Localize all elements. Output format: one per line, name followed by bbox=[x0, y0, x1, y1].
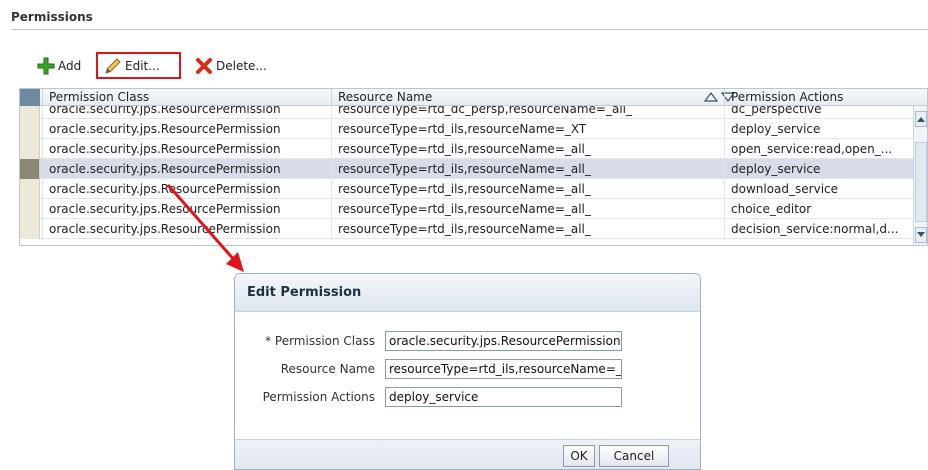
scroll-up-icon[interactable] bbox=[915, 111, 927, 127]
permission-class-input[interactable]: oracle.security.jps.ResourcePermission bbox=[385, 331, 622, 351]
permission-actions-cell: deploy_service bbox=[724, 159, 915, 179]
permission-class-cell: oracle.security.jps.ResourcePermission bbox=[42, 119, 331, 139]
add-label: Add bbox=[58, 58, 82, 73]
permission-class-label: * Permission Class bbox=[265, 334, 375, 348]
table-header: Permission Class Resource Name Permissio… bbox=[20, 89, 927, 106]
permission-actions-cell: dc_perspective bbox=[724, 106, 915, 119]
resource-name-input[interactable]: resourceType=rtd_ils,resourceName=_all_ bbox=[385, 359, 622, 379]
toolbar: Add Edit... Delete... bbox=[33, 52, 271, 79]
resource-name-label: Resource Name bbox=[280, 362, 375, 376]
row-selector[interactable] bbox=[20, 139, 40, 159]
permission-actions-row: Permission Actions deploy_service bbox=[235, 387, 622, 407]
permission-actions-cell: decision_service:normal,d... bbox=[724, 219, 915, 239]
row-selector[interactable] bbox=[20, 119, 40, 139]
permission-class-cell: oracle.security.jps.ResourcePermission bbox=[42, 199, 331, 219]
column-header-permission-actions[interactable]: Permission Actions bbox=[724, 89, 915, 106]
table-row[interactable]: oracle.security.jps.ResourcePermission re… bbox=[20, 179, 915, 199]
scrollbar-thumb[interactable] bbox=[915, 142, 927, 222]
row-selector[interactable] bbox=[20, 179, 40, 199]
scroll-down-icon[interactable] bbox=[915, 227, 927, 243]
plus-icon bbox=[37, 57, 55, 75]
edit-permission-dialog: Edit Permission * Permission Class oracl… bbox=[234, 273, 701, 470]
table-row[interactable]: oracle.security.jps.ResourcePermission re… bbox=[20, 106, 915, 119]
row-selector[interactable] bbox=[20, 159, 40, 179]
row-selector[interactable] bbox=[20, 199, 40, 219]
row-selector[interactable] bbox=[20, 106, 40, 119]
add-button[interactable]: Add bbox=[33, 52, 90, 79]
permission-class-cell: oracle.security.jps.ResourcePermission bbox=[42, 179, 331, 199]
permission-class-cell: oracle.security.jps.ResourcePermission bbox=[42, 159, 331, 179]
permission-actions-cell: download_service bbox=[724, 179, 915, 199]
resource-name-cell: resourceType=rtd_dc_persp,resourceName=_… bbox=[331, 106, 724, 119]
resource-name-cell: resourceType=rtd_ils,resourceName=_XT bbox=[331, 119, 724, 139]
section-divider bbox=[11, 29, 928, 30]
permission-actions-cell: choice_editor bbox=[724, 199, 915, 219]
resource-name-cell: resourceType=rtd_ils,resourceName=_all_ bbox=[331, 199, 724, 219]
permission-actions-label: Permission Actions bbox=[262, 390, 375, 404]
delete-button[interactable]: Delete... bbox=[191, 52, 271, 79]
column-header-resource-name[interactable]: Resource Name bbox=[331, 89, 724, 106]
resource-name-cell: resourceType=rtd_ils,resourceName=_all_ bbox=[331, 179, 724, 199]
ok-button[interactable]: OK bbox=[563, 445, 595, 467]
permission-class-row: * Permission Class oracle.security.jps.R… bbox=[235, 331, 622, 351]
permission-actions-cell: deploy_service bbox=[724, 119, 915, 139]
pencil-icon bbox=[104, 57, 122, 75]
resource-name-cell: resourceType=rtd_ils,resourceName=_all_ bbox=[331, 159, 724, 179]
table-row[interactable]: oracle.security.jps.ResourcePermission re… bbox=[20, 199, 915, 219]
dialog-title: Edit Permission bbox=[235, 274, 700, 312]
edit-button[interactable]: Edit... bbox=[96, 52, 181, 79]
permission-actions-input[interactable]: deploy_service bbox=[385, 387, 622, 407]
column-header-permission-class[interactable]: Permission Class bbox=[42, 89, 331, 106]
resource-name-row: Resource Name resourceType=rtd_ils,resou… bbox=[235, 359, 622, 379]
section-title: Permissions bbox=[11, 10, 93, 24]
cancel-button[interactable]: Cancel bbox=[599, 445, 669, 467]
vertical-scrollbar[interactable] bbox=[913, 106, 927, 245]
permission-class-cell: oracle.security.jps.ResourcePermission bbox=[42, 219, 331, 239]
resource-name-cell: resourceType=rtd_ils,resourceName=_all_ bbox=[331, 139, 724, 159]
delete-label: Delete... bbox=[216, 58, 267, 73]
permission-actions-cell: open_service:read,open_... bbox=[724, 139, 915, 159]
table-row[interactable]: oracle.security.jps.ResourcePermission re… bbox=[20, 139, 915, 159]
table-body: oracle.security.jps.ResourcePermission re… bbox=[20, 106, 915, 245]
resource-name-cell: resourceType=rtd_ils,resourceName=_all_ bbox=[331, 219, 724, 239]
dialog-footer: OK Cancel bbox=[235, 439, 700, 469]
x-icon bbox=[195, 57, 213, 75]
row-selector[interactable] bbox=[20, 219, 40, 239]
select-all-corner[interactable] bbox=[20, 89, 40, 106]
permissions-table: Permission Class Resource Name Permissio… bbox=[19, 88, 928, 246]
table-row[interactable]: oracle.security.jps.ResourcePermission re… bbox=[20, 159, 915, 179]
permission-class-cell: oracle.security.jps.ResourcePermission bbox=[42, 106, 331, 119]
table-row[interactable]: oracle.security.jps.ResourcePermission re… bbox=[20, 219, 915, 239]
permission-class-cell: oracle.security.jps.ResourcePermission bbox=[42, 139, 331, 159]
table-row[interactable]: oracle.security.jps.ResourcePermission re… bbox=[20, 119, 915, 139]
edit-label: Edit... bbox=[125, 58, 160, 73]
